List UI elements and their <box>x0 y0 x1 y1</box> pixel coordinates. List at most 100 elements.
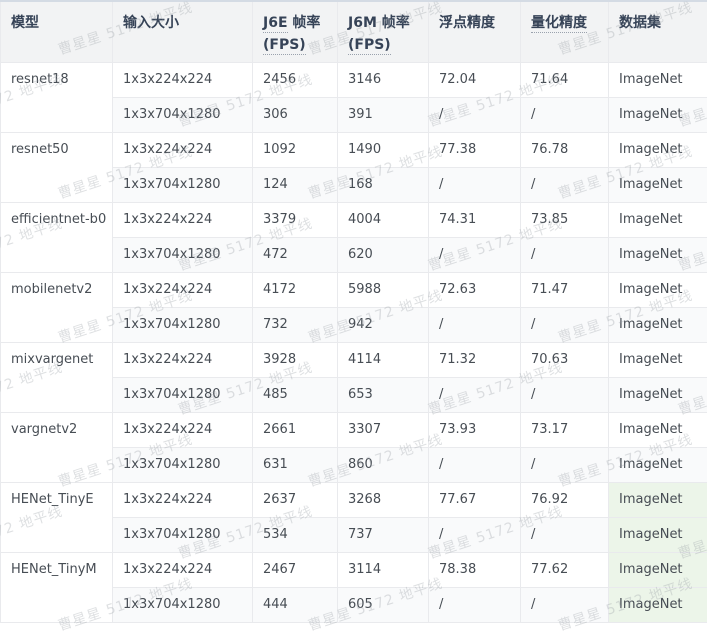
cell-dataset: ImageNet <box>608 202 707 238</box>
cell-dataset: ImageNet <box>608 377 707 413</box>
cell-j6m_fps: 942 <box>337 307 429 343</box>
cell-j6e_fps: 444 <box>252 587 338 623</box>
cell-float_acc: 72.04 <box>428 62 521 98</box>
cell-dataset: ImageNet <box>608 517 707 553</box>
cell-dataset: ImageNet <box>608 167 707 203</box>
table-row: efficientnet-b0 1x3x224x224 3379 4004 74.31 7… <box>0 202 707 273</box>
cell-j6m_fps: 168 <box>337 167 429 203</box>
cell-j6e_fps: 631 <box>252 447 338 483</box>
cell-quant_acc: 71.64 <box>520 62 609 98</box>
column-header-j6m_fps: J6M 帧率 (FPS) <box>337 0 429 63</box>
cell-float_acc: / <box>428 587 521 623</box>
cell-float_acc: / <box>428 97 521 133</box>
cell-j6m_fps: 5988 <box>337 272 429 308</box>
cell-float_acc: 77.67 <box>428 482 521 518</box>
cell-dataset: ImageNet <box>608 307 707 343</box>
cell-float_acc: / <box>428 377 521 413</box>
cell-float_acc: 78.38 <box>428 552 521 588</box>
cell-dataset: ImageNet <box>608 482 707 518</box>
cell-quant_acc: 76.92 <box>520 482 609 518</box>
cell-j6e_fps: 124 <box>252 167 338 203</box>
table-row: mixvargenet 1x3x224x224 3928 4114 71.32 70.63… <box>0 342 707 413</box>
cell-j6m_fps: 737 <box>337 517 429 553</box>
column-header-text: 帧率 <box>287 15 321 31</box>
column-header-quant_acc: 量化精度 <box>520 0 609 63</box>
cell-j6m_fps: 605 <box>337 587 429 623</box>
cell-model: resnet18 <box>0 62 113 133</box>
cell-dataset: ImageNet <box>608 342 707 378</box>
cell-model: HENet_TinyM <box>0 552 113 623</box>
cell-j6e_fps: 3379 <box>252 202 338 238</box>
cell-j6e_fps: 4172 <box>252 272 338 308</box>
cell-dataset: ImageNet <box>608 237 707 273</box>
cell-j6m_fps: 391 <box>337 97 429 133</box>
cell-input: 1x3x224x224 <box>112 412 253 448</box>
cell-j6e_fps: 2637 <box>252 482 338 518</box>
cell-input: 1x3x704x1280 <box>112 377 253 413</box>
cell-quant_acc: 73.85 <box>520 202 609 238</box>
cell-float_acc: 71.32 <box>428 342 521 378</box>
column-header-text: J6E <box>263 15 288 33</box>
table-row: HENet_TinyE 1x3x224x224 2637 3268 77.67 76.92… <box>0 482 707 553</box>
cell-input: 1x3x704x1280 <box>112 587 253 623</box>
cell-float_acc: / <box>428 307 521 343</box>
table-row: mobilenetv2 1x3x224x224 4172 5988 72.63 71.47… <box>0 272 707 343</box>
table-body: resnet18 1x3x224x224 2456 3146 72.04 71.64 Ima… <box>0 62 707 623</box>
cell-quant_acc: 71.47 <box>520 272 609 308</box>
cell-quant_acc: 73.17 <box>520 412 609 448</box>
cell-float_acc: / <box>428 167 521 203</box>
column-header-float_acc: 浮点精度 <box>428 0 521 63</box>
cell-input: 1x3x224x224 <box>112 342 253 378</box>
cell-model: HENet_TinyE <box>0 482 113 553</box>
column-header-text: 模型 <box>11 15 39 31</box>
cell-j6m_fps: 1490 <box>337 132 429 168</box>
cell-quant_acc: / <box>520 517 609 553</box>
cell-model: efficientnet-b0 <box>0 202 113 273</box>
cell-j6e_fps: 485 <box>252 377 338 413</box>
cell-input: 1x3x704x1280 <box>112 447 253 483</box>
cell-quant_acc: / <box>520 377 609 413</box>
cell-dataset: ImageNet <box>608 552 707 588</box>
column-header-text: (FPS) <box>263 37 306 55</box>
cell-j6e_fps: 2467 <box>252 552 338 588</box>
cell-j6m_fps: 3307 <box>337 412 429 448</box>
cell-j6e_fps: 472 <box>252 237 338 273</box>
cell-dataset: ImageNet <box>608 132 707 168</box>
cell-float_acc: 77.38 <box>428 132 521 168</box>
cell-j6m_fps: 3114 <box>337 552 429 588</box>
cell-float_acc: 74.31 <box>428 202 521 238</box>
cell-j6e_fps: 1092 <box>252 132 338 168</box>
cell-quant_acc: 77.62 <box>520 552 609 588</box>
cell-dataset: ImageNet <box>608 97 707 133</box>
cell-quant_acc: / <box>520 167 609 203</box>
cell-j6m_fps: 860 <box>337 447 429 483</box>
column-header-dataset: 数据集 <box>608 0 707 63</box>
column-header-text: 数据集 <box>619 15 661 31</box>
cell-j6e_fps: 3928 <box>252 342 338 378</box>
table-header: 模型 输入大小 J6E 帧率 (FPS) J6M 帧率 (FPS) 浮点精度 量化精度 数据集 <box>0 0 707 63</box>
cell-j6e_fps: 2456 <box>252 62 338 98</box>
cell-input: 1x3x704x1280 <box>112 167 253 203</box>
cell-j6e_fps: 2661 <box>252 412 338 448</box>
table-row: resnet50 1x3x224x224 1092 1490 77.38 76.78 Ima… <box>0 132 707 203</box>
table-row: resnet18 1x3x224x224 2456 3146 72.04 71.64 Ima… <box>0 62 707 133</box>
column-header-text: 输入大小 <box>123 15 179 31</box>
cell-dataset: ImageNet <box>608 272 707 308</box>
cell-input: 1x3x704x1280 <box>112 97 253 133</box>
cell-j6e_fps: 534 <box>252 517 338 553</box>
cell-dataset: ImageNet <box>608 587 707 623</box>
column-header-input: 输入大小 <box>112 0 253 63</box>
cell-j6m_fps: 4004 <box>337 202 429 238</box>
cell-float_acc: / <box>428 517 521 553</box>
cell-model: resnet50 <box>0 132 113 203</box>
cell-input: 1x3x224x224 <box>112 272 253 308</box>
cell-model: mobilenetv2 <box>0 272 113 343</box>
cell-quant_acc: 76.78 <box>520 132 609 168</box>
benchmark-page: 模型 输入大小 J6E 帧率 (FPS) J6M 帧率 (FPS) 浮点精度 量化精度 数据集 … <box>0 0 707 641</box>
cell-j6m_fps: 653 <box>337 377 429 413</box>
column-header-j6e_fps: J6E 帧率 (FPS) <box>252 0 338 63</box>
cell-quant_acc: / <box>520 447 609 483</box>
cell-model: vargnetv2 <box>0 412 113 483</box>
table-row: vargnetv2 1x3x224x224 2661 3307 73.93 73.17 Im… <box>0 412 707 483</box>
cell-j6m_fps: 620 <box>337 237 429 273</box>
